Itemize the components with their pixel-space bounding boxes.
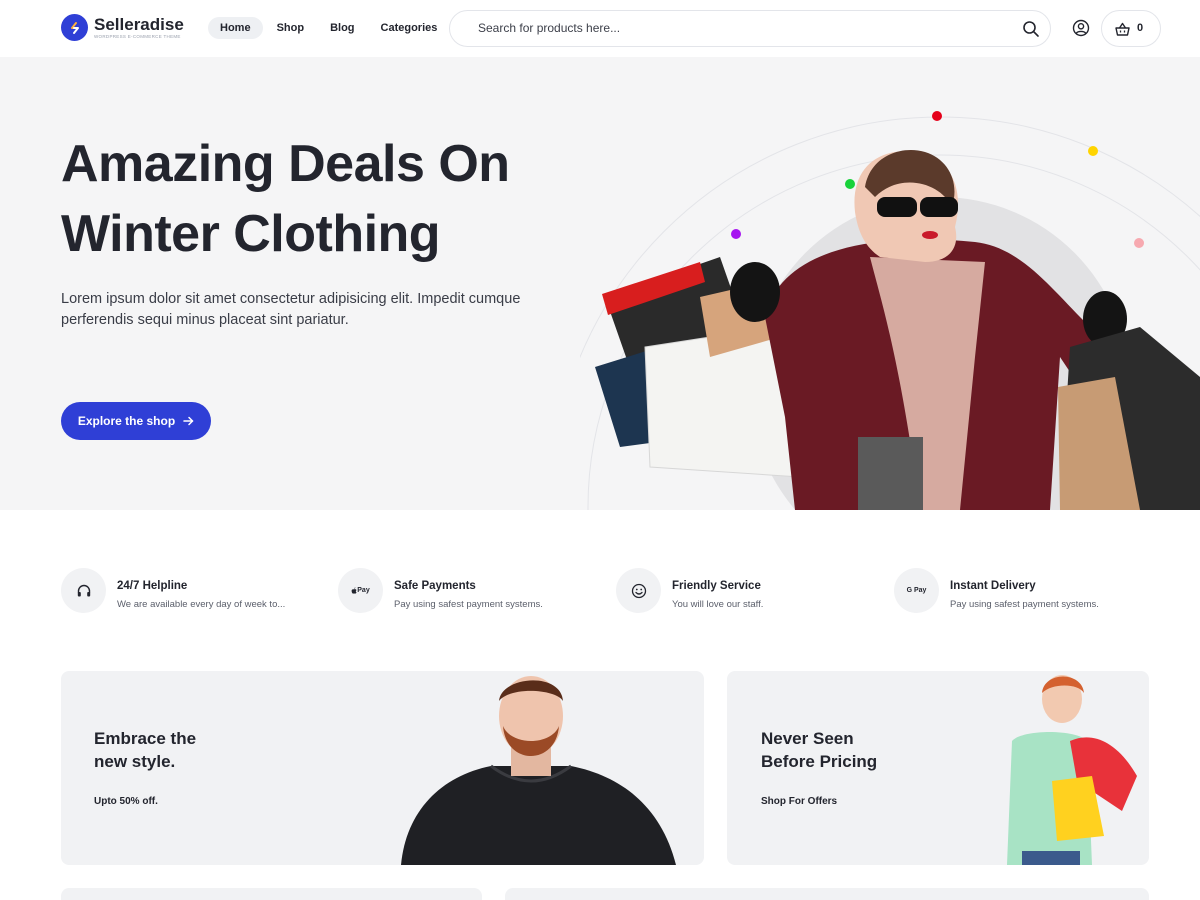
brand-name: Selleradise [94, 14, 184, 34]
user-account-icon[interactable] [1072, 19, 1090, 37]
nav-home[interactable]: Home [208, 17, 263, 39]
hero-shopper-image [580, 111, 1200, 510]
orbit-dot [1088, 146, 1098, 156]
feature-icon-circle [616, 568, 661, 613]
woman-with-bags-image [1007, 675, 1137, 865]
promo-subtitle: Shop For Offers [761, 796, 838, 807]
feature-description: Pay using safest payment systems. [950, 599, 1099, 610]
promo-subtitle: Upto 50% off. [94, 796, 158, 807]
arrow-right-icon [183, 416, 194, 426]
explore-shop-label: Explore the shop [77, 414, 176, 428]
cart-count: 0 [1137, 22, 1144, 34]
search-bar [449, 10, 1051, 47]
feature-description: You will love our staff. [672, 599, 764, 610]
feature-description: Pay using safest payment systems. [394, 599, 543, 610]
hero-title-line-1: Amazing Deals On [61, 135, 510, 193]
hero-title-line-2: Winter Clothing [61, 205, 441, 263]
orbit-dot [731, 229, 741, 239]
hero-title: Amazing Deals On Winter Clothing [61, 129, 601, 269]
orbit-dot [932, 111, 942, 121]
orbit-dot [845, 179, 855, 189]
feature-safe-payments: Pay Safe Payments Pay using safest payme… [338, 567, 598, 615]
cart-button[interactable]: 0 [1101, 10, 1161, 47]
search-icon[interactable] [1022, 20, 1040, 38]
basket-icon [1115, 22, 1130, 36]
promo-card-new-style[interactable]: Embrace the new style. Upto 50% off. [61, 671, 704, 865]
headphones-icon [77, 584, 90, 596]
features-row: 24/7 Helpline We are available every day… [61, 567, 1151, 615]
site-header: Selleradise WORDPRESS E-COMMERCE THEME H… [0, 0, 1200, 57]
nav-shop[interactable]: Shop [265, 17, 317, 39]
hero-description: Lorem ipsum dolor sit amet consectetur a… [61, 291, 521, 328]
feature-friendly-service: Friendly Service You will love our staff… [616, 567, 876, 615]
feature-title: Instant Delivery [950, 580, 1036, 592]
feature-title: Safe Payments [394, 580, 476, 592]
brand-logo[interactable]: Selleradise WORDPRESS E-COMMERCE THEME [61, 14, 184, 41]
orbit-dot [1134, 238, 1144, 248]
logo-icon [61, 14, 88, 41]
promo-title: Never Seen Before Pricing [761, 729, 878, 771]
explore-shop-button[interactable]: Explore the shop [61, 402, 211, 440]
nav-blog[interactable]: Blog [318, 17, 366, 39]
feature-instant-delivery: G Pay Instant Delivery Pay using safest … [894, 567, 1154, 615]
search-input[interactable] [478, 21, 998, 35]
feature-title: 24/7 Helpline [117, 580, 188, 592]
apple-pay-icon: Pay [351, 587, 370, 594]
feature-helpline: 24/7 Helpline We are available every day… [61, 567, 321, 615]
feature-title: Friendly Service [672, 580, 761, 592]
feature-icon-circle: G Pay [894, 568, 939, 613]
hero-banner: Amazing Deals On Winter Clothing Lorem i… [0, 57, 1200, 510]
feature-description: We are available every day of week to... [117, 599, 286, 610]
promo-title: Embrace the new style. [94, 729, 197, 771]
promo-card-pricing[interactable]: Never Seen Before Pricing Shop For Offer… [727, 671, 1149, 865]
main-nav: Home Shop Blog Categories [208, 17, 451, 39]
promo-card-partial-left[interactable] [61, 888, 482, 900]
nav-categories[interactable]: Categories [369, 17, 450, 39]
feature-icon-circle: Pay [338, 568, 383, 613]
promo-card-partial-right[interactable] [505, 888, 1149, 900]
man-model-image [401, 676, 676, 865]
feature-icon-circle [61, 568, 106, 613]
smile-icon [631, 583, 646, 598]
google-pay-icon: G Pay [906, 587, 927, 594]
brand-tagline: WORDPRESS E-COMMERCE THEME [94, 33, 181, 39]
